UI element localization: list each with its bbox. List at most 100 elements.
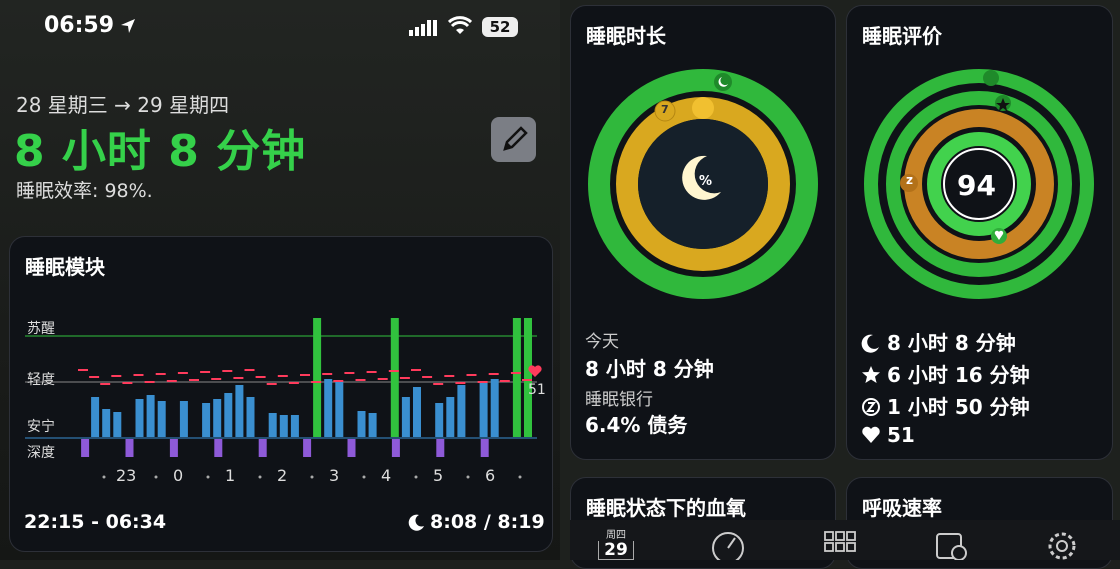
sleep-efficiency: 睡眠效率: 98%. (16, 180, 153, 202)
sleep-time-range: 22:15 - 06:34 (24, 511, 167, 533)
battery-indicator: 52 (482, 17, 518, 37)
heart-rate-mark (155, 373, 166, 375)
stat-value: 51 (887, 423, 915, 447)
score-value: 94 (957, 169, 996, 202)
axis-dot (154, 475, 158, 479)
axis-dot (102, 475, 106, 479)
restful-bar (435, 403, 444, 437)
restful-bar (490, 379, 499, 437)
stage-label-awake: 苏醒 (27, 321, 55, 337)
deep-bar (391, 439, 400, 457)
deep-bar (480, 439, 489, 457)
deep-bar (125, 439, 134, 457)
today-value: 8 小时 8 分钟 (585, 357, 714, 381)
heart-rate-mark (300, 374, 310, 376)
heart-rate-mark (277, 375, 288, 377)
awake-bar (313, 318, 322, 437)
hour-label: 1 (225, 466, 236, 485)
gauge-icon[interactable] (710, 526, 746, 560)
wifi-icon (448, 16, 472, 34)
heart-rate-mark (89, 376, 100, 378)
axis-dot (466, 475, 470, 479)
center-label: % (699, 174, 713, 189)
restful-bar (224, 393, 233, 437)
restful-bar (357, 411, 366, 437)
restful-bar (102, 409, 111, 437)
heart-rate-mark (411, 369, 421, 371)
restful-bar (213, 399, 222, 437)
heart-rate-mark (122, 382, 133, 384)
heart-rate-mark (233, 377, 244, 379)
restful-bar (324, 379, 333, 437)
tab-calendar-day[interactable]: 周四 29 (598, 526, 634, 560)
restful-bar (290, 415, 299, 437)
heart-rate-mark (522, 379, 532, 381)
stat-heart-rate: 51 (861, 423, 915, 447)
heart-rate-mark (344, 372, 355, 374)
heart-rate-value: 51 (528, 382, 546, 398)
heart-rate-mark (144, 381, 155, 383)
heart-rate-mark (177, 372, 188, 374)
heart-rate-mark (211, 378, 222, 380)
restful-bar (335, 381, 344, 437)
hour-label: 2 (277, 466, 288, 485)
axis-dot (206, 475, 210, 479)
restful-bar (157, 401, 166, 437)
calendar-clock-icon[interactable] (933, 526, 969, 560)
stage-label-deep: 深度 (27, 445, 55, 461)
deep-bar (81, 439, 90, 457)
pencil-icon (503, 126, 528, 151)
summary-panel: 06:59 52 28 星期三 → 29 星期四 8 小时 8 分钟 睡眠效率:… (0, 0, 560, 560)
deep-bar (169, 439, 178, 457)
heart-rate-mark (455, 382, 466, 384)
restful-bar (202, 403, 211, 437)
heart-rate-mark (444, 375, 455, 377)
heart-rate-mark (200, 371, 211, 373)
deep-bar (214, 439, 223, 457)
heart-rate-mark (422, 376, 433, 378)
stat-value: 6 小时 16 分钟 (887, 363, 1030, 387)
restful-bar (368, 413, 377, 437)
moon-icon (408, 514, 424, 531)
heart-rate-mark (477, 381, 488, 383)
heart-rate-mark (499, 380, 510, 382)
asleep-ratio: 8:08 / 8:19 (430, 511, 545, 533)
heart-rate-mark (244, 369, 255, 371)
sleep-stages-chart (25, 318, 537, 479)
deep-bar (436, 439, 445, 457)
restful-bar (235, 385, 244, 437)
hour-label: 0 (173, 466, 184, 485)
sleep-stages-card[interactable]: 睡眠模块 苏醒 轻度 安宁 深度 23 0 1 2 3 4 5 6 51 22:… (9, 236, 553, 552)
heart-rate-mark (255, 376, 266, 378)
location-arrow-icon (121, 19, 135, 33)
axis-dot (258, 475, 262, 479)
restful-bar (446, 397, 455, 437)
restful-bar (113, 412, 122, 437)
axis-dot (518, 475, 522, 479)
restful-bar (135, 399, 144, 437)
sleep-duration-card[interactable]: 睡眠时长 7 % 今天 8 小时 8 分钟 睡眠银行 6.4% 债务 (570, 5, 836, 460)
heart-rate-mark (377, 378, 388, 380)
star-icon (862, 366, 880, 383)
card-title: 呼吸速率 (862, 496, 942, 520)
grid-icon[interactable] (822, 526, 858, 560)
heart-rate-mark (189, 379, 199, 381)
tab-day-name: 周四 (606, 530, 626, 541)
sleep-bank-label: 睡眠银行 (585, 390, 653, 410)
heart-rate-mark (388, 370, 399, 372)
sleep-score-card[interactable]: 睡眠评价 94 z 8 小时 8 分钟 6 小时 16 分钟 1 小时 50 分… (846, 5, 1113, 460)
heart-rate-mark (311, 381, 322, 383)
deep-bar (347, 439, 356, 457)
heart-rate-mark (133, 374, 144, 376)
heart-rate-mark (222, 370, 233, 372)
stage-label-light: 轻度 (27, 372, 55, 388)
stat-quality-sleep: 6 小时 16 分钟 (861, 359, 1030, 388)
restful-bar (146, 395, 155, 437)
heart-rate-mark (266, 383, 277, 385)
hour-label: 6 (485, 466, 496, 485)
gear-icon[interactable] (1044, 526, 1080, 560)
hour-label: 5 (433, 466, 444, 485)
ring-badge: 7 (661, 103, 669, 116)
edit-button[interactable] (491, 117, 536, 162)
sleep-bank-value: 6.4% 债务 (585, 413, 688, 437)
